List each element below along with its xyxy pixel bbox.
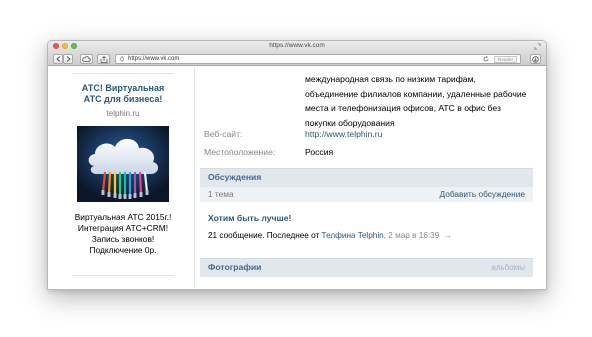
forward-button[interactable]: [63, 54, 73, 64]
column-divider: [194, 67, 195, 289]
share-button[interactable]: [97, 54, 110, 64]
topic-meta-prefix: 21 сообщение. Последнее от: [208, 231, 320, 240]
browser-window: https://www.vk.com https://www.vk.com Re…: [47, 40, 547, 290]
ad-domain[interactable]: telphin.ru: [72, 109, 174, 118]
topic-title-link[interactable]: Хотим быть лучше!: [208, 213, 291, 223]
website-link[interactable]: http://www.telphin.ru: [305, 128, 382, 140]
back-button[interactable]: [53, 54, 63, 64]
topic-meta: 21 сообщение. Последнее от Телфина Telph…: [208, 231, 452, 240]
icloud-button[interactable]: [80, 54, 93, 64]
reload-icon[interactable]: [483, 56, 489, 62]
ad-title[interactable]: АТС! Виртуальная АТС для бизнеса!: [72, 83, 174, 105]
title-bar: https://www.vk.com: [48, 41, 546, 52]
ad-divider-top: [72, 73, 174, 74]
add-discussion-link[interactable]: Добавить обсуждение: [440, 189, 525, 199]
downloads-button[interactable]: [530, 54, 541, 64]
photos-title[interactable]: Фотографии: [208, 262, 261, 272]
topic-date[interactable]: , 2 мар в 16:39: [384, 231, 440, 240]
photos-header[interactable]: Фотографии альбомы: [200, 258, 533, 277]
group-description: международная связь по низким тарифам, о…: [305, 74, 527, 128]
ad-text[interactable]: Виртуальная АТС 2015г.! Интеграция АТС+C…: [72, 212, 174, 256]
browser-toolbar: https://www.vk.com Reader: [48, 52, 546, 66]
location-label: Местоположение:: [204, 147, 276, 157]
location-value: Россия: [305, 147, 334, 157]
window-title: https://www.vk.com: [269, 42, 325, 49]
albums-link[interactable]: альбомы: [491, 263, 525, 272]
fullscreen-icon[interactable]: [534, 43, 541, 50]
address-bar[interactable]: https://www.vk.com Reader: [115, 54, 521, 64]
address-url: https://www.vk.com: [128, 56, 180, 62]
back-arrow-icon: [55, 56, 60, 62]
download-icon: [532, 55, 539, 63]
share-icon: [100, 55, 107, 63]
cloud-icon: [82, 56, 91, 62]
discussions-header[interactable]: Обсуждения: [200, 168, 533, 187]
cloud-cables-illustration: [77, 126, 169, 202]
group-info: международная связь по низким тарифам, о…: [200, 67, 533, 289]
discussions-title[interactable]: Обсуждения: [208, 172, 261, 182]
go-to-last-arrow-icon[interactable]: →: [444, 231, 452, 240]
reader-button[interactable]: Reader: [493, 56, 517, 63]
website-label: Веб-сайт:: [204, 129, 243, 139]
discussions-subbar: 1 тема Добавить обсуждение: [200, 187, 533, 202]
topic-author-link[interactable]: Телфина Telphin: [322, 231, 384, 240]
page-content: АТС! Виртуальная АТС для бизнеса! telphi…: [48, 67, 546, 289]
ad-divider-bottom: [72, 275, 174, 276]
site-icon: [119, 56, 125, 62]
topics-count: 1 тема: [208, 189, 234, 199]
forward-arrow-icon: [66, 56, 71, 62]
ad-image[interactable]: [77, 126, 169, 202]
